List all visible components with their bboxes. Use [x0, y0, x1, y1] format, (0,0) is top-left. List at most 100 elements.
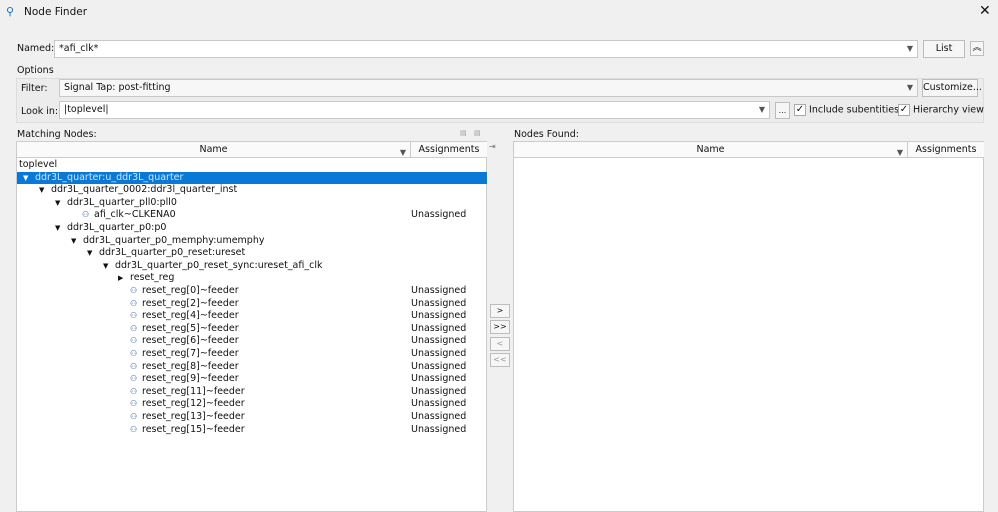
matching-nodes-label: Matching Nodes:: [17, 129, 97, 140]
node-name: ddr3L_quarter_pll0:pll0: [67, 196, 177, 208]
tree-row[interactable]: ⚇ reset_reg[0]~feeder Unassigned: [17, 285, 487, 298]
window-title: Node Finder: [24, 6, 88, 18]
node-assignment: Unassigned: [411, 335, 467, 347]
nodes-found-label: Nodes Found:: [514, 129, 579, 140]
customize-button[interactable]: Customize...: [922, 79, 982, 97]
node-icon: ⚇: [130, 336, 138, 346]
remove-all-button[interactable]: <<: [490, 353, 510, 367]
node-name: reset_reg[7]~feeder: [142, 348, 239, 359]
remove-button[interactable]: <: [490, 337, 510, 351]
node-assignment: Unassigned: [411, 285, 467, 296]
hierarchy-view-checkbox[interactable]: ✓ Hierarchy view: [898, 104, 984, 116]
list-button[interactable]: List: [923, 40, 965, 58]
collapsed-arrow-icon[interactable]: ▶: [118, 272, 123, 285]
node-assignment: Unassigned: [411, 411, 467, 422]
node-name: reset_reg[9]~feeder: [142, 373, 239, 385]
named-label: Named:: [17, 43, 55, 54]
add-button[interactable]: >: [490, 304, 510, 318]
matching-nodes-tree[interactable]: Name ▼ Assignments toplevel ▼ ddr3L_quarter…: [16, 141, 487, 512]
lookin-input[interactable]: |toplevel| ▼: [59, 101, 770, 119]
tree-row[interactable]: ⚇ reset_reg[15]~feeder Unassigned: [17, 424, 487, 437]
node-finder-icon: ⚲: [6, 5, 15, 18]
tree-row[interactable]: ⚇ reset_reg[8]~feeder Unassigned: [17, 361, 487, 374]
title-bar: ⚲ Node Finder ✕: [0, 0, 998, 25]
column-header-name[interactable]: Name ▼: [514, 142, 907, 158]
tree-row[interactable]: ⚇ reset_reg[12]~feeder Unassigned: [17, 398, 487, 411]
column-name-label: Name: [199, 144, 228, 155]
expanded-arrow-icon[interactable]: ▼: [103, 260, 108, 273]
chevron-down-icon[interactable]: ▼: [759, 105, 765, 114]
sort-icon[interactable]: ▼: [400, 145, 406, 160]
tree-row[interactable]: ▼ ddr3L_quarter_p0_memphy:umemphy: [17, 235, 487, 248]
node-name: reset_reg[5]~feeder: [142, 322, 239, 334]
options-label: Options: [17, 65, 54, 76]
browse-button[interactable]: ...: [775, 102, 790, 119]
tree-row[interactable]: toplevel: [17, 159, 487, 172]
chevron-down-icon[interactable]: ▼: [907, 83, 913, 92]
sort-icon[interactable]: ▼: [897, 145, 903, 160]
node-name: reset_reg[11]~feeder: [142, 385, 245, 397]
checkmark-icon: ✓: [898, 104, 910, 116]
collapse-all-icon[interactable]: ▤: [474, 129, 481, 137]
column-header-name[interactable]: Name ▼: [17, 142, 410, 158]
column-name-label: Name: [696, 144, 725, 155]
filter-select[interactable]: Signal Tap: post-fitting ▼: [59, 79, 918, 97]
node-assignment: Unassigned: [411, 348, 467, 359]
node-assignment: Unassigned: [411, 398, 467, 410]
expand-all-icon[interactable]: ▤: [460, 129, 467, 137]
chevron-down-icon[interactable]: ▼: [907, 44, 913, 53]
node-name: ddr3L_quarter_p0_reset_sync:ureset_afi_c…: [115, 259, 323, 271]
tree-row[interactable]: ⚇ reset_reg[5]~feeder Unassigned: [17, 323, 487, 336]
tree-row[interactable]: ▶ reset_reg: [17, 272, 487, 285]
collapse-options-button[interactable]: ︽: [970, 41, 984, 56]
node-icon: ⚇: [130, 323, 138, 333]
column-header-assignments[interactable]: Assignments: [907, 142, 984, 158]
tree-row[interactable]: ▼ ddr3L_quarter_0002:ddr3l_quarter_inst: [17, 184, 487, 197]
tree-row[interactable]: ⚇ reset_reg[11]~feeder Unassigned: [17, 386, 487, 399]
node-assignment: Unassigned: [411, 373, 467, 385]
tree-row[interactable]: ▼ ddr3L_quarter:u_ddr3L_quarter: [17, 171, 487, 185]
expanded-arrow-icon[interactable]: ▼: [23, 172, 28, 185]
node-assignment: Unassigned: [411, 209, 467, 221]
tree-row[interactable]: ▼ ddr3L_quarter_p0:p0: [17, 222, 487, 235]
nodes-found-list[interactable]: Name ▼ Assignments: [513, 141, 984, 512]
expanded-arrow-icon[interactable]: ▼: [39, 184, 44, 197]
expanded-arrow-icon[interactable]: ▼: [71, 235, 76, 248]
node-icon: ⚇: [130, 399, 138, 409]
tree-row[interactable]: ⚇ reset_reg[13]~feeder Unassigned: [17, 411, 487, 424]
named-value: *afi_clk*: [59, 43, 99, 54]
tree-row[interactable]: ⚇ reset_reg[2]~feeder Unassigned: [17, 298, 487, 311]
node-icon: ⚇: [130, 286, 138, 295]
close-icon[interactable]: ✕: [979, 3, 991, 19]
tree-row[interactable]: ▼ ddr3L_quarter_p0_reset_sync:ureset_afi_…: [17, 260, 487, 273]
node-name: reset_reg[12]~feeder: [142, 398, 245, 410]
tree-row[interactable]: ⚇ reset_reg[4]~feeder Unassigned: [17, 310, 487, 323]
node-name: reset_reg[15]~feeder: [142, 423, 245, 435]
tree-row[interactable]: ▼ ddr3L_quarter_pll0:pll0: [17, 197, 487, 210]
expanded-arrow-icon[interactable]: ▼: [55, 222, 60, 235]
node-icon: ⚇: [130, 361, 138, 371]
node-icon: ⚇: [82, 210, 90, 220]
tree-row[interactable]: ▼ ddr3L_quarter_p0_reset:ureset: [17, 247, 487, 260]
node-assignment: Unassigned: [411, 360, 467, 372]
node-name: afi_clk~CLKENA0: [94, 209, 176, 221]
tree-row[interactable]: ⚇ reset_reg[9]~feeder Unassigned: [17, 373, 487, 386]
lookin-value: |toplevel|: [64, 104, 109, 115]
node-icon: ⚇: [130, 386, 138, 396]
named-input[interactable]: *afi_clk* ▼: [54, 40, 918, 58]
node-name: reset_reg[6]~feeder: [142, 335, 239, 347]
tree-row[interactable]: ⚇ reset_reg[7]~feeder Unassigned: [17, 348, 487, 361]
node-name: ddr3L_quarter_p0:p0: [67, 222, 167, 233]
add-all-button[interactable]: >>: [490, 320, 510, 334]
expanded-arrow-icon[interactable]: ▼: [87, 247, 92, 260]
tree-row[interactable]: ⚇ afi_clk~CLKENA0 Unassigned: [17, 209, 487, 222]
tree-row[interactable]: ⚇ reset_reg[6]~feeder Unassigned: [17, 335, 487, 348]
node-name: ddr3L_quarter_p0_reset:ureset: [99, 247, 246, 259]
node-assignment: Unassigned: [411, 385, 467, 397]
node-name: ddr3L_quarter_0002:ddr3l_quarter_inst: [51, 184, 238, 196]
column-header-assignments[interactable]: Assignments: [410, 142, 487, 158]
expanded-arrow-icon[interactable]: ▼: [55, 197, 60, 210]
include-subentities-checkbox[interactable]: ✓ Include subentities: [794, 104, 899, 116]
pin-icon[interactable]: ⇥: [489, 142, 496, 151]
hierarchy-view-label: Hierarchy view: [913, 104, 984, 116]
